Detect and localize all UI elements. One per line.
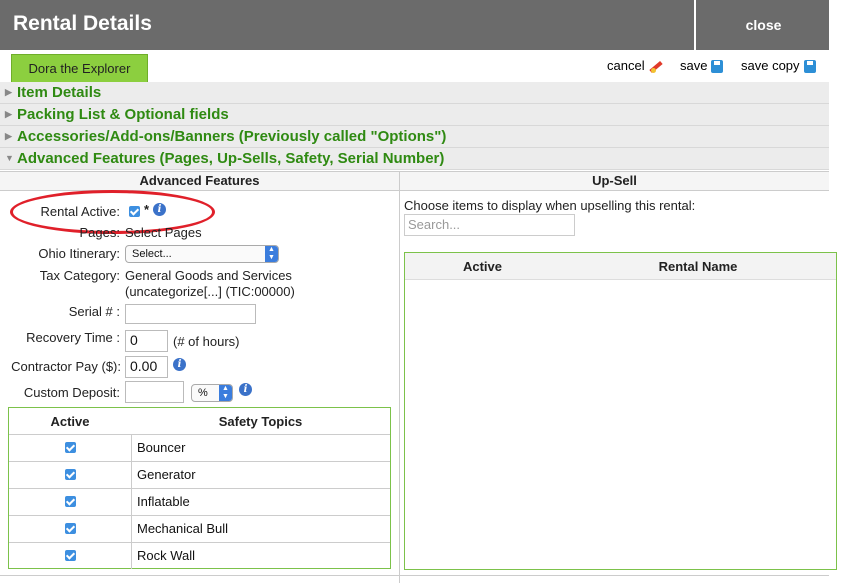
upsell-instructions: Choose items to display when upselling t… (404, 198, 696, 213)
serial-input[interactable] (125, 304, 256, 324)
checkbox-icon[interactable] (65, 496, 76, 507)
custom-deposit-label: Custom Deposit: (23, 385, 120, 400)
upsell-heading: Up-Sell (400, 171, 829, 191)
info-icon[interactable]: i (239, 383, 252, 396)
panel-divider (399, 171, 400, 583)
col-divider (131, 542, 132, 569)
table-row: Bouncer (9, 434, 390, 462)
close-button[interactable]: close (694, 0, 831, 50)
contractor-pay-label: Contractor Pay ($): (11, 359, 121, 374)
cancel-button[interactable]: cancel (607, 58, 662, 73)
safety-topic: Inflatable (137, 494, 190, 509)
contractor-pay-input[interactable]: 0.00 (125, 356, 168, 378)
table-row: Mechanical Bull (9, 515, 390, 543)
save-button[interactable]: save (680, 58, 724, 73)
section-packing-list[interactable]: ▶ Packing List & Optional fields (0, 104, 829, 126)
safety-topic: Bouncer (137, 440, 186, 455)
upsell-search-input[interactable]: Search... (404, 214, 575, 236)
window-title: Rental Details (13, 12, 152, 35)
col-divider (131, 515, 132, 542)
pencil-cancel-icon (648, 59, 662, 73)
triangle-down-icon: ▼ (5, 153, 14, 163)
tax-category-label: Tax Category: (39, 268, 120, 283)
itinerary-selected: Select... (132, 248, 172, 260)
triangle-right-icon: ▶ (5, 131, 12, 141)
deposit-unit-select[interactable]: % ▲ ▼ (191, 384, 233, 402)
triangle-right-icon: ▶ (5, 87, 12, 97)
section-label: Accessories/Add-ons/Banners (Previously … (17, 128, 447, 145)
safety-topics-table: Active Safety Topics Bouncer Generator I… (8, 407, 391, 569)
cancel-label: cancel (607, 58, 645, 73)
checkbox-icon[interactable] (65, 523, 76, 534)
safety-table-header: Active Safety Topics (9, 408, 390, 435)
section-advanced-features[interactable]: ▼ Advanced Features (Pages, Up-Sells, Sa… (0, 148, 829, 170)
info-icon[interactable]: i (173, 358, 186, 371)
safety-topic: Rock Wall (137, 548, 196, 563)
section-label: Advanced Features (Pages, Up-Sells, Safe… (17, 150, 445, 167)
table-row: Generator (9, 461, 390, 489)
section-item-details[interactable]: ▶ Item Details (0, 82, 829, 104)
triangle-right-icon: ▶ (5, 109, 12, 119)
col-safety-topics: Safety Topics (218, 414, 303, 429)
save-label: save (680, 58, 708, 73)
upsell-table-header: Active Rental Name (405, 253, 836, 280)
section-label: Item Details (17, 84, 102, 101)
deposit-unit-selected: % (198, 387, 208, 399)
col-rental-name: Rental Name (658, 259, 738, 274)
save-disk-icon (803, 60, 816, 73)
itinerary-select[interactable]: Select... ▲ ▼ (125, 245, 279, 263)
recovery-time-input[interactable]: 0 (125, 330, 168, 352)
col-divider (131, 488, 132, 515)
checkbox-icon[interactable] (65, 442, 76, 453)
recovery-unit: (# of hours) (173, 334, 240, 349)
rental-name-tab[interactable]: Dora the Explorer (11, 54, 148, 83)
select-arrows-icon: ▲ ▼ (265, 246, 278, 262)
safety-topic: Mechanical Bull (137, 521, 229, 536)
col-active: Active (462, 259, 503, 274)
section-accessories[interactable]: ▶ Accessories/Add-ons/Banners (Previousl… (0, 126, 829, 148)
custom-deposit-input[interactable] (125, 381, 184, 403)
col-divider (131, 434, 132, 461)
section-label: Packing List & Optional fields (17, 106, 229, 123)
table-row: Inflatable (9, 488, 390, 516)
safety-topic: Generator (137, 467, 196, 482)
tax-category-value-2[interactable]: (uncategorize[...] (TIC:00000) (125, 284, 295, 299)
col-active: Active (50, 414, 90, 429)
col-divider (131, 461, 132, 488)
bottom-divider (0, 575, 829, 576)
serial-label: Serial # : (68, 304, 120, 319)
itinerary-label: Ohio Itinerary: (38, 246, 120, 261)
save-copy-button[interactable]: save copy (741, 58, 816, 73)
checkbox-icon[interactable] (65, 550, 76, 561)
save-copy-label: save copy (741, 58, 800, 73)
select-arrows-icon: ▲ ▼ (219, 385, 232, 401)
table-row: Rock Wall (9, 542, 390, 569)
upsell-table: Active Rental Name (404, 252, 837, 570)
recovery-time-label: Recovery Time : (26, 330, 120, 345)
save-disk-icon (711, 60, 724, 73)
pages-label: Pages: (79, 225, 120, 240)
tax-category-value-1[interactable]: General Goods and Services (125, 268, 292, 283)
select-pages-link[interactable]: Select Pages (125, 225, 202, 240)
title-bar: Rental Details close (0, 0, 829, 50)
checkbox-icon[interactable] (65, 469, 76, 480)
advanced-features-heading: Advanced Features (0, 171, 399, 191)
